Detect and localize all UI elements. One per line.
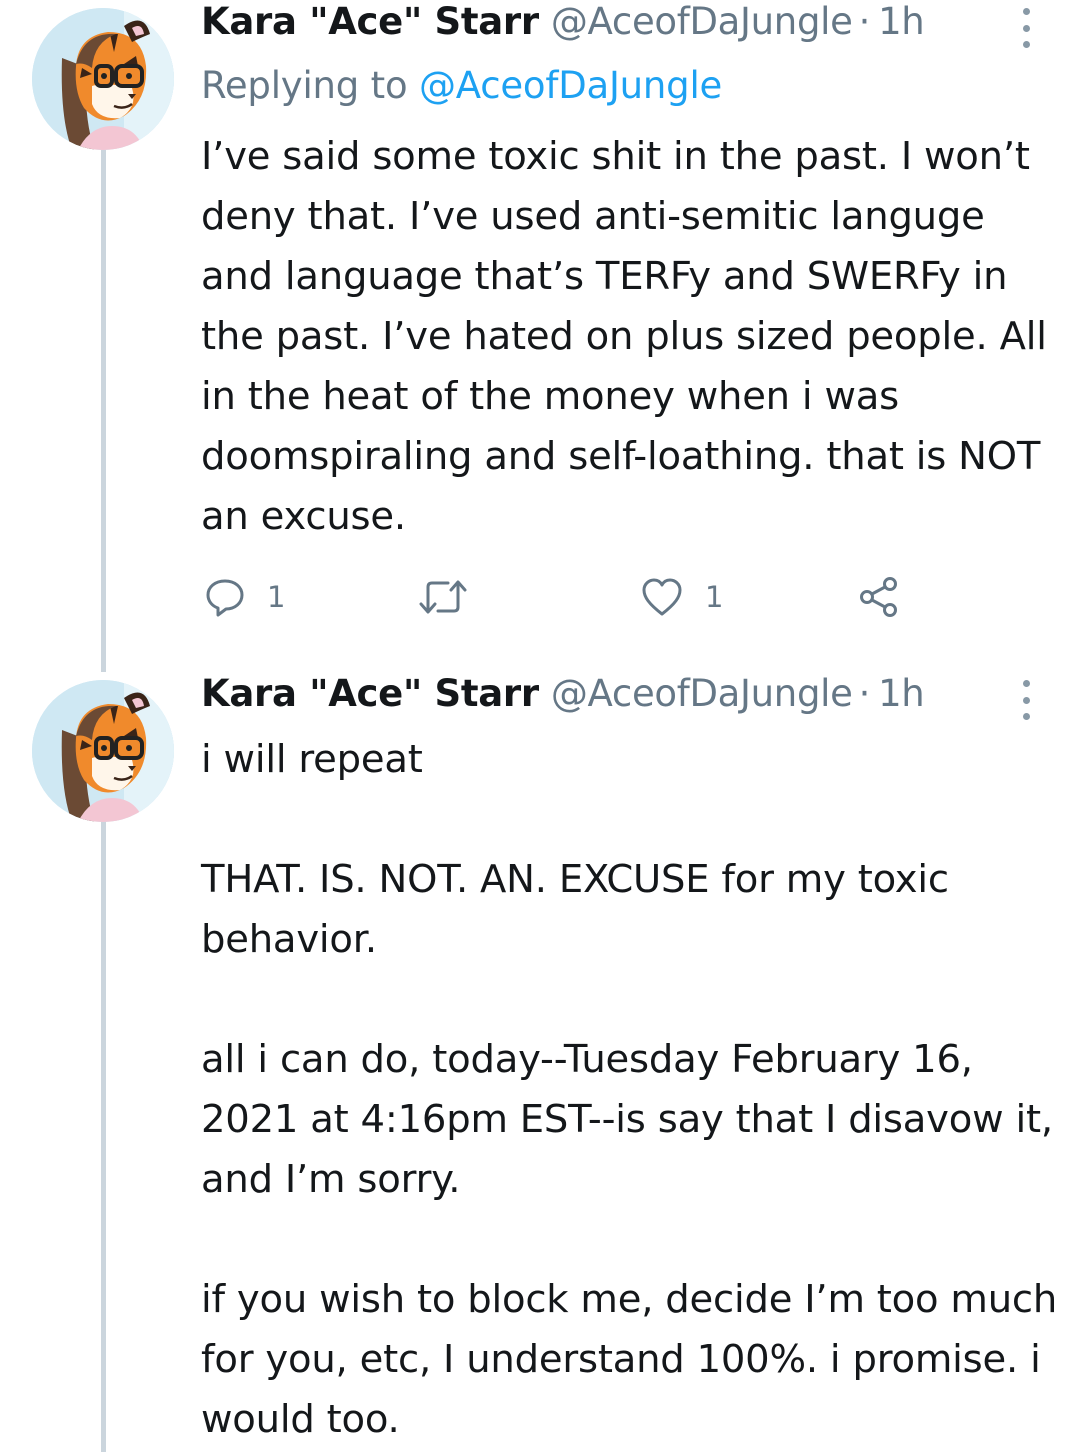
reply-count: 1 <box>267 580 286 614</box>
timestamp[interactable]: 1h <box>878 672 925 715</box>
thread-line <box>101 148 106 672</box>
tiger-avatar-icon <box>32 680 174 822</box>
reply-button[interactable]: 1 <box>205 572 285 622</box>
separator-dot: · <box>858 0 871 43</box>
tweet-header: Kara "Ace" Starr @AceofDaJungle · 1h <box>201 0 925 56</box>
author-handle[interactable]: @AceofDaJungle <box>551 0 853 43</box>
like-count: 1 <box>705 580 724 614</box>
replying-to-handle-link[interactable]: @AceofDaJungle <box>419 64 722 107</box>
retweet-button[interactable] <box>418 572 490 622</box>
tweet-2[interactable]: Kara "Ace" Starr @AceofDaJungle · 1h i w… <box>0 672 1080 1452</box>
tweet-1[interactable]: Kara "Ace" Starr @AceofDaJungle · 1h Rep… <box>0 0 1080 672</box>
tweet-text: I’ve said some toxic shit in the past. I… <box>201 127 1061 547</box>
tweet-text-paragraph: i will repeat <box>201 737 423 782</box>
tweet-text-paragraph: THAT. IS. NOT. AN. EXCUSE for my toxic b… <box>201 857 949 962</box>
heart-icon <box>642 578 682 616</box>
avatar[interactable] <box>32 680 174 822</box>
separator-dot: · <box>858 672 871 715</box>
reply-icon <box>206 579 244 617</box>
more-options-icon[interactable] <box>1014 680 1038 720</box>
tweet-actions: 1 1 <box>201 572 921 622</box>
more-options-icon[interactable] <box>1014 8 1038 48</box>
author-name[interactable]: Kara "Ace" Starr <box>201 0 539 43</box>
share-button[interactable] <box>857 572 901 622</box>
timestamp[interactable]: 1h <box>878 0 925 43</box>
avatar[interactable] <box>32 8 174 150</box>
tweet-text: i will repeat THAT. IS. NOT. AN. EXCUSE … <box>201 730 1061 1450</box>
tiger-avatar-icon <box>32 8 174 150</box>
share-icon <box>860 577 897 617</box>
tweet-text-paragraph: if you wish to block me, decide I’m too … <box>201 1277 1058 1442</box>
tweet-header: Kara "Ace" Starr @AceofDaJungle · 1h <box>201 672 925 728</box>
tweet-text-paragraph: I’ve said some toxic shit in the past. I… <box>201 134 1047 539</box>
replying-prefix: Replying to <box>201 64 408 107</box>
like-button[interactable]: 1 <box>641 572 723 622</box>
retweet-icon <box>419 580 467 614</box>
replying-to: Replying to @AceofDaJungle <box>201 64 722 107</box>
tweet-text-paragraph: all i can do, today--Tuesday February 16… <box>201 1037 1053 1202</box>
author-handle[interactable]: @AceofDaJungle <box>551 672 853 715</box>
thread-line <box>101 820 106 1452</box>
author-name[interactable]: Kara "Ace" Starr <box>201 672 539 715</box>
